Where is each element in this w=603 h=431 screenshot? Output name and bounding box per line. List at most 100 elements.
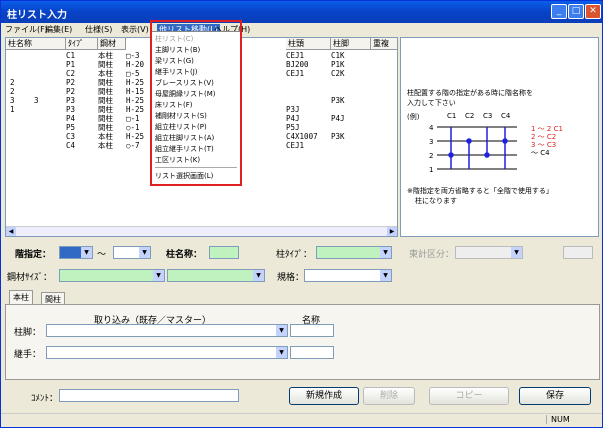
- table-cell[interactable]: [10, 123, 32, 132]
- delete-button[interactable]: 削除: [363, 387, 415, 405]
- table-cell[interactable]: [286, 87, 331, 96]
- table-cell[interactable]: P4: [66, 114, 96, 123]
- table-cell[interactable]: CEJ1: [286, 51, 331, 60]
- table-cell[interactable]: 間柱: [98, 114, 124, 123]
- close-button[interactable]: ✕: [585, 4, 601, 19]
- table-cell[interactable]: [34, 123, 64, 132]
- header-dup[interactable]: 重複: [371, 38, 397, 50]
- column-name-input[interactable]: [209, 246, 239, 259]
- chevron-down-icon[interactable]: ▼: [253, 270, 264, 281]
- table-cell[interactable]: C2: [66, 69, 96, 78]
- table-cell[interactable]: 間柱: [98, 96, 124, 105]
- table-cell[interactable]: [34, 105, 64, 114]
- chevron-down-icon[interactable]: ▼: [153, 270, 164, 281]
- table-cell[interactable]: [10, 141, 32, 150]
- table-cell[interactable]: C2K: [331, 69, 371, 78]
- table-cell[interactable]: 本柱: [98, 69, 124, 78]
- chevron-down-icon[interactable]: ▼: [511, 247, 522, 258]
- table-cell[interactable]: 3: [10, 96, 32, 105]
- horizontal-scrollbar[interactable]: ◀ ▶: [6, 226, 397, 236]
- table-cell[interactable]: [34, 78, 64, 87]
- header-base[interactable]: 柱脚: [331, 38, 371, 50]
- table-cell[interactable]: 1: [10, 105, 32, 114]
- menu-file[interactable]: ファイル(F): [5, 24, 48, 35]
- table-cell[interactable]: [10, 51, 32, 60]
- steel-size-select-2[interactable]: ▼: [167, 269, 265, 282]
- table-cell[interactable]: P5J: [286, 123, 331, 132]
- table-cell[interactable]: P2: [66, 87, 96, 96]
- tab-intermediate-column[interactable]: 間柱: [41, 292, 65, 304]
- table-cell[interactable]: [331, 78, 371, 87]
- column-type-select[interactable]: ▼: [316, 246, 392, 259]
- table-cell[interactable]: BJ200: [286, 60, 331, 69]
- table-cell[interactable]: P1: [66, 60, 96, 69]
- base-select[interactable]: ▼: [46, 324, 288, 337]
- table-cell[interactable]: [331, 141, 371, 150]
- table-cell[interactable]: P3K: [331, 132, 371, 141]
- table-cell[interactable]: [34, 132, 64, 141]
- table-cell[interactable]: [34, 60, 64, 69]
- table-cell[interactable]: [331, 123, 371, 132]
- chevron-down-icon[interactable]: ▼: [380, 270, 391, 281]
- header-steel[interactable]: 鋼材: [98, 38, 126, 50]
- table-cell[interactable]: C1K: [331, 51, 371, 60]
- table-cell[interactable]: P3J: [286, 105, 331, 114]
- table-cell[interactable]: [34, 141, 64, 150]
- extra-field[interactable]: [563, 246, 593, 259]
- header-name[interactable]: 柱名称: [6, 38, 66, 50]
- base-name-input[interactable]: [290, 324, 334, 337]
- table-cell[interactable]: [10, 60, 32, 69]
- table-cell[interactable]: [10, 132, 32, 141]
- scroll-right-icon[interactable]: ▶: [387, 227, 397, 236]
- scroll-left-icon[interactable]: ◀: [6, 227, 16, 236]
- table-cell[interactable]: P5: [66, 123, 96, 132]
- table-cell[interactable]: [34, 87, 64, 96]
- table-cell[interactable]: [34, 69, 64, 78]
- table-cell[interactable]: 本柱: [98, 141, 124, 150]
- table-cell[interactable]: P3: [66, 105, 96, 114]
- table-cell[interactable]: [331, 87, 371, 96]
- floor-to-select[interactable]: ▼: [113, 246, 151, 259]
- table-cell[interactable]: C4X1007: [286, 132, 331, 141]
- table-cell[interactable]: 2: [10, 87, 32, 96]
- table-cell[interactable]: [10, 69, 32, 78]
- save-button[interactable]: 保存: [519, 387, 591, 405]
- table-cell[interactable]: P3: [66, 96, 96, 105]
- spec-select[interactable]: ▼: [304, 269, 392, 282]
- table-cell[interactable]: P1K: [331, 60, 371, 69]
- joint-select[interactable]: ▼: [46, 346, 288, 359]
- table-cell[interactable]: 3: [34, 96, 64, 105]
- table-cell[interactable]: 本柱: [98, 132, 124, 141]
- table-cell[interactable]: 本柱: [98, 51, 124, 60]
- table-cell[interactable]: [286, 78, 331, 87]
- table-cell[interactable]: 間柱: [98, 105, 124, 114]
- minimize-button[interactable]: _: [551, 4, 567, 19]
- table-cell[interactable]: C4: [66, 141, 96, 150]
- table-cell[interactable]: CEJ1: [286, 69, 331, 78]
- table-cell[interactable]: 間柱: [98, 123, 124, 132]
- joint-name-input[interactable]: [290, 346, 334, 359]
- table-cell[interactable]: P4J: [286, 114, 331, 123]
- copy-button[interactable]: コピー: [429, 387, 509, 405]
- table-cell[interactable]: [10, 114, 32, 123]
- table-cell[interactable]: P2: [66, 78, 96, 87]
- table-cell[interactable]: 間柱: [98, 78, 124, 87]
- table-cell[interactable]: [34, 114, 64, 123]
- chevron-down-icon[interactable]: ▼: [139, 247, 150, 258]
- header-type[interactable]: ﾀｲﾌﾟ: [66, 38, 98, 50]
- table-cell[interactable]: 間柱: [98, 87, 124, 96]
- menu-view[interactable]: 表示(V): [121, 24, 149, 35]
- new-button[interactable]: 新規作成: [289, 387, 359, 405]
- table-cell[interactable]: [286, 96, 331, 105]
- menu-spec[interactable]: 仕様(S): [85, 24, 112, 35]
- header-head[interactable]: 柱頭: [286, 38, 331, 50]
- table-cell[interactable]: P4J: [331, 114, 371, 123]
- table-cell[interactable]: P3K: [331, 96, 371, 105]
- chevron-down-icon[interactable]: ▼: [276, 347, 287, 358]
- table-cell[interactable]: [331, 105, 371, 114]
- table-cell[interactable]: C3: [66, 132, 96, 141]
- steel-size-select-1[interactable]: ▼: [59, 269, 165, 282]
- table-cell[interactable]: 間柱: [98, 60, 124, 69]
- tab-main-column[interactable]: 本柱: [9, 290, 33, 304]
- kouji-select[interactable]: ▼: [455, 246, 523, 259]
